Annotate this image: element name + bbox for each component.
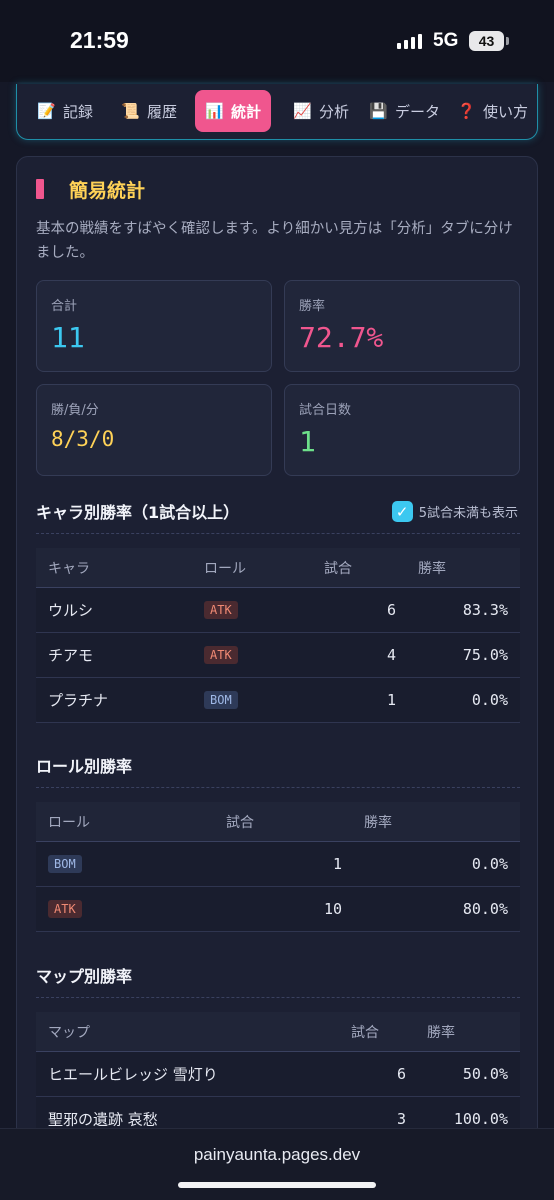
question-icon: ❓ (457, 102, 476, 120)
stat-value: 1 (299, 425, 316, 458)
col-header: 試合 (226, 814, 254, 831)
show-under-five-toggle[interactable]: ✓ 5試合未満も表示 (391, 501, 518, 522)
character-table: キャラ ロール 試合 勝率 ウルシ ATK 6 83.3% チアモ ATK 4 … (36, 548, 520, 723)
battery-icon: 43 (469, 31, 504, 51)
role-badge: ATK (204, 646, 238, 664)
role-badge: BOM (204, 691, 238, 709)
table-header: キャラ ロール 試合 勝率 (36, 548, 520, 588)
checkbox-label: 5試合未満も表示 (418, 506, 518, 521)
tab-history[interactable]: 📜 履歴 (111, 90, 187, 132)
clock: 21:59 (70, 27, 129, 53)
stat-value: 11 (51, 321, 85, 354)
signal-icon (397, 33, 422, 49)
role-badge: ATK (48, 900, 82, 918)
stat-match-days: 試合日数 1 (284, 384, 520, 476)
network-type: 5G (433, 30, 459, 51)
map-name: 聖邪の遺跡 哀愁 (48, 1110, 158, 1129)
match-count: 6 (396, 1065, 406, 1083)
col-header: マップ (48, 1024, 90, 1041)
col-header: 勝率 (418, 560, 446, 577)
tab-help[interactable]: ❓ 使い方 (447, 90, 532, 132)
tab-label: 使い方 (483, 102, 529, 121)
col-header: 勝率 (427, 1024, 455, 1041)
table-row: ウルシ ATK 6 83.3% (36, 588, 520, 633)
tab-stats[interactable]: 📊 統計 (195, 90, 272, 132)
map-table: マップ 試合 勝率 ヒエールビレッジ 雪灯り 6 50.0% 聖邪の遺跡 哀愁 … (36, 1012, 520, 1142)
battery-tip (506, 37, 509, 45)
line-chart-icon: 📈 (293, 102, 312, 120)
col-header: ロール (204, 560, 246, 577)
bar-chart-icon: 📊 (205, 102, 224, 120)
table-row: プラチナ BOM 1 0.0% (36, 678, 520, 723)
table-row: ATK 10 80.0% (36, 887, 520, 932)
stat-label: 勝/負/分 (51, 403, 99, 418)
tab-label: 統計 (231, 102, 262, 121)
role-badge: ATK (204, 601, 238, 619)
stat-label: 合計 (51, 299, 78, 314)
col-header: 試合 (351, 1024, 379, 1041)
win-rate: 83.3% (462, 601, 508, 619)
floppy-disk-icon: 💾 (369, 102, 388, 120)
tab-analysis[interactable]: 📈 分析 (283, 90, 359, 132)
home-indicator[interactable] (178, 1182, 376, 1188)
panel-title: 簡易統計 (69, 180, 146, 202)
tab-label: 記録 (63, 102, 94, 121)
map-name: ヒエールビレッジ 雪灯り (48, 1065, 218, 1084)
title-accent (36, 179, 44, 199)
memo-icon: 📝 (37, 102, 56, 120)
win-rate: 50.0% (462, 1065, 508, 1083)
col-header: ロール (48, 814, 90, 831)
stat-label: 試合日数 (299, 403, 352, 418)
win-rate: 80.0% (462, 900, 508, 918)
role-table: ロール 試合 勝率 BOM 1 0.0% ATK 10 80.0% (36, 802, 520, 932)
character-name: ウルシ (48, 601, 94, 620)
scroll-icon: 📜 (121, 102, 140, 120)
table-row: ヒエールビレッジ 雪灯り 6 50.0% (36, 1052, 520, 1097)
col-header: キャラ (48, 560, 90, 577)
table-row: チアモ ATK 4 75.0% (36, 633, 520, 678)
stats-panel: 簡易統計 基本の戦績をすばやく確認します。より細かい見方は「分析」タブに分けまし… (16, 156, 538, 1156)
match-count: 4 (386, 646, 396, 664)
match-count: 3 (396, 1110, 406, 1128)
col-header: 試合 (324, 560, 352, 577)
win-rate: 0.0% (471, 691, 508, 709)
win-rate: 0.0% (471, 855, 508, 873)
tab-bar: 📝 記録 📜 履歴 📊 統計 📈 分析 💾 データ ❓ 使い方 (16, 84, 538, 140)
checkbox-checked-icon[interactable]: ✓ (391, 501, 413, 522)
win-rate: 100.0% (453, 1110, 508, 1128)
table-header: ロール 試合 勝率 (36, 802, 520, 842)
stat-total: 合計 11 (36, 280, 272, 372)
tab-label: 履歴 (147, 102, 178, 121)
tab-label: データ (395, 102, 441, 121)
character-name: プラチナ (48, 691, 109, 710)
col-header: 勝率 (364, 814, 392, 831)
role-badge: BOM (48, 855, 82, 873)
url-text[interactable]: painyaunta.pages.dev (0, 1145, 554, 1165)
tab-data[interactable]: 💾 データ (359, 90, 450, 132)
table-header: マップ 試合 勝率 (36, 1012, 520, 1052)
stat-winrate: 勝率 72.7% (284, 280, 520, 372)
character-name: チアモ (48, 646, 94, 665)
browser-address-bar[interactable]: painyaunta.pages.dev (0, 1128, 554, 1200)
section-title-role: ロール別勝率 (36, 753, 520, 788)
tab-record[interactable]: 📝 記録 (27, 90, 103, 132)
win-rate: 75.0% (462, 646, 508, 664)
panel-description: 基本の戦績をすばやく確認します。より細かい見方は「分析」タブに分けました。 (36, 221, 513, 261)
match-count: 1 (386, 691, 396, 709)
stat-win-loss-draw: 勝/負/分 8/3/0 (36, 384, 272, 476)
stat-label: 勝率 (299, 299, 326, 314)
stat-value: 8/3/0 (51, 427, 115, 451)
stat-value: 72.7% (299, 321, 384, 354)
match-count: 1 (332, 855, 342, 873)
match-count: 6 (386, 601, 396, 619)
section-title-map: マップ別勝率 (36, 963, 520, 998)
table-row: BOM 1 0.0% (36, 842, 520, 887)
tab-label: 分析 (319, 102, 350, 121)
status-bar: 21:59 5G 43 (0, 0, 554, 82)
match-count: 10 (323, 900, 342, 918)
